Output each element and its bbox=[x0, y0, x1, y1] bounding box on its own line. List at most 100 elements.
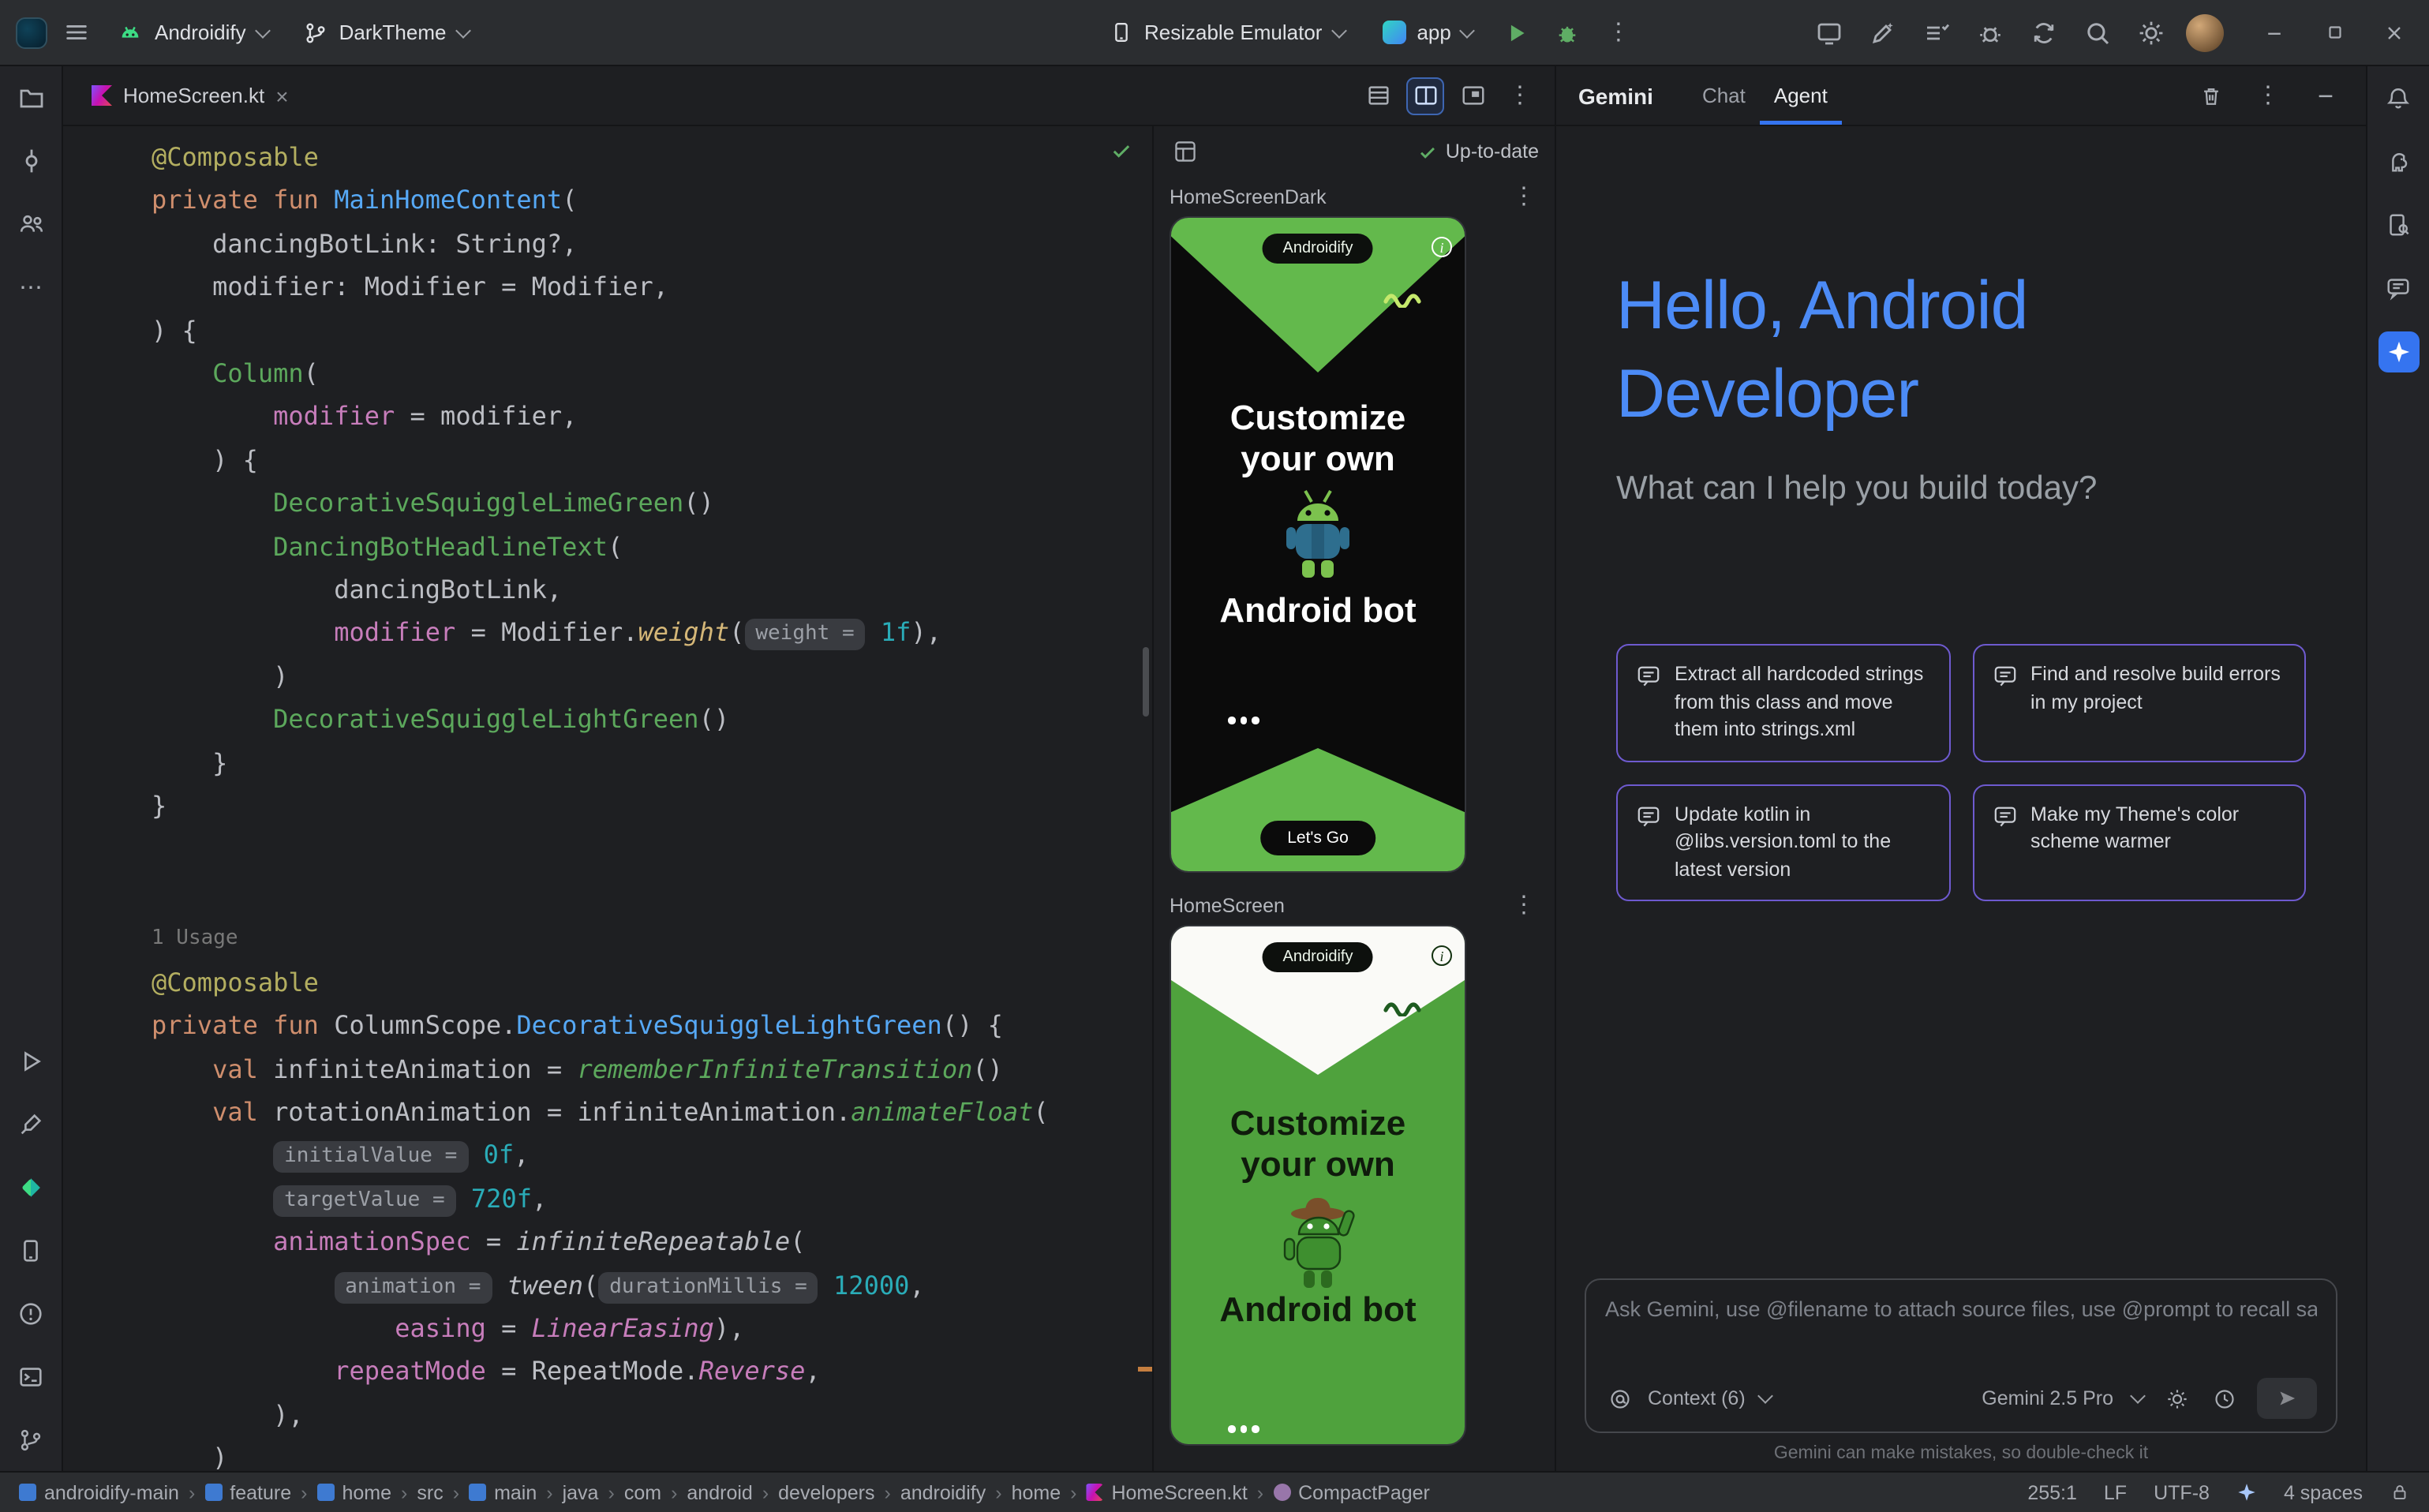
context-selector[interactable]: Context (6) bbox=[1648, 1387, 1746, 1409]
code-line[interactable]: } bbox=[152, 741, 1152, 784]
code-line[interactable]: dancingBotLink, bbox=[152, 568, 1152, 612]
gemini-options-icon[interactable]: ⋮ bbox=[2249, 77, 2287, 114]
terminal-icon[interactable] bbox=[12, 1357, 50, 1395]
ai-spark-icon[interactable] bbox=[2236, 1482, 2257, 1503]
device-selector[interactable]: Resizable Emulator bbox=[1097, 13, 1357, 52]
breadcrumb-item[interactable]: src bbox=[417, 1481, 443, 1503]
code-line[interactable]: DecorativeSquiggleLightGreen() bbox=[152, 698, 1152, 742]
run-config-selector[interactable]: app bbox=[1369, 13, 1485, 52]
breadcrumb-item[interactable]: main bbox=[469, 1481, 537, 1503]
more-run-options-icon[interactable]: ⋮ bbox=[1600, 13, 1637, 51]
design-view-icon[interactable] bbox=[1454, 77, 1491, 114]
user-avatar[interactable] bbox=[2186, 13, 2224, 51]
send-button[interactable] bbox=[2257, 1378, 2317, 1419]
phone-preview-dark[interactable]: Androidify i Customize your own bbox=[1170, 216, 1466, 873]
lets-go-button[interactable]: Let's Go bbox=[1260, 821, 1375, 855]
history-icon[interactable] bbox=[2210, 1384, 2238, 1413]
window-close-icon[interactable] bbox=[2375, 13, 2413, 51]
breadcrumb-item[interactable]: com bbox=[624, 1481, 661, 1503]
code-line[interactable]: initialValue = 0f, bbox=[152, 1134, 1152, 1177]
breadcrumb-item[interactable]: home bbox=[1012, 1481, 1061, 1503]
window-minimize-icon[interactable] bbox=[2255, 13, 2293, 51]
gemini-input[interactable]: Ask Gemini, use @filename to attach sour… bbox=[1585, 1278, 2337, 1433]
code-line[interactable]: ) bbox=[152, 1436, 1152, 1471]
code-line[interactable]: DecorativeSquiggleLimeGreen() bbox=[152, 482, 1152, 526]
file-encoding[interactable]: UTF-8 bbox=[2154, 1481, 2210, 1503]
device-streaming-icon[interactable] bbox=[1810, 13, 1848, 51]
packages-icon[interactable] bbox=[12, 1168, 50, 1206]
breadcrumb-item[interactable]: developers bbox=[778, 1481, 874, 1503]
commit-icon[interactable] bbox=[12, 142, 50, 180]
breadcrumb-item[interactable]: android bbox=[687, 1481, 752, 1503]
breadcrumb-item[interactable]: HomeScreen.kt bbox=[1086, 1481, 1247, 1503]
code-line[interactable]: } bbox=[152, 784, 1152, 828]
gemini-suggestion-card[interactable]: Make my Theme's color scheme warmer bbox=[1972, 784, 2306, 901]
breadcrumb-item[interactable]: home bbox=[316, 1481, 391, 1503]
cursor-position[interactable]: 255:1 bbox=[2027, 1481, 2077, 1503]
problems-icon[interactable] bbox=[12, 1294, 50, 1332]
code-line[interactable]: private fun MainHomeContent( bbox=[152, 179, 1152, 223]
code-line[interactable]: @Composable bbox=[152, 960, 1152, 1004]
code-editor[interactable]: @Composableprivate fun MainHomeContent( … bbox=[63, 126, 1152, 1471]
ai-bug-icon[interactable] bbox=[1971, 13, 2009, 51]
code-line[interactable] bbox=[152, 871, 1152, 915]
breadcrumb-item[interactable]: androidify bbox=[900, 1481, 986, 1503]
split-view-icon[interactable] bbox=[1406, 77, 1444, 114]
code-line[interactable]: modifier: Modifier = Modifier, bbox=[152, 265, 1152, 309]
code-line[interactable]: repeatMode = RepeatMode.Reverse, bbox=[152, 1350, 1152, 1394]
code-line[interactable]: modifier = Modifier.weight(weight = 1f), bbox=[152, 612, 1152, 655]
delete-conversation-icon[interactable] bbox=[2192, 77, 2230, 114]
gemini-suggestion-card[interactable]: Find and resolve build errors in my proj… bbox=[1972, 644, 2306, 762]
code-line[interactable]: ) { bbox=[152, 439, 1152, 482]
task-list-icon[interactable] bbox=[1918, 13, 1956, 51]
code-line[interactable]: targetValue = 720f, bbox=[152, 1177, 1152, 1221]
breadcrumb-item[interactable]: java bbox=[563, 1481, 599, 1503]
code-line[interactable]: animation = tween(durationMillis = 12000… bbox=[152, 1263, 1152, 1307]
code-line[interactable]: val infiniteAnimation = rememberInfinite… bbox=[152, 1047, 1152, 1091]
version-control-icon[interactable] bbox=[12, 1420, 50, 1458]
code-line[interactable] bbox=[152, 828, 1152, 871]
run-button[interactable] bbox=[1499, 13, 1536, 51]
emulator-icon[interactable] bbox=[12, 1231, 50, 1269]
code-line[interactable]: Column( bbox=[152, 352, 1152, 395]
project-folder-icon[interactable] bbox=[12, 79, 50, 117]
code-content[interactable]: @Composableprivate fun MainHomeContent( … bbox=[63, 126, 1152, 1471]
editor-tab-homescreen[interactable]: HomeScreen.kt × bbox=[79, 66, 301, 125]
code-line[interactable]: @Composable bbox=[152, 136, 1152, 179]
notifications-bell-icon[interactable] bbox=[2379, 79, 2417, 117]
services-icon[interactable] bbox=[12, 1105, 50, 1143]
code-line[interactable]: animationSpec = infiniteRepeatable( bbox=[152, 1220, 1152, 1263]
editor-scrollbar[interactable] bbox=[1143, 647, 1149, 717]
vcs-branch-selector[interactable]: DarkTheme bbox=[290, 12, 481, 53]
code-line[interactable]: easing = LinearEasing), bbox=[152, 1307, 1152, 1350]
app-insights-icon[interactable] bbox=[2379, 268, 2417, 306]
preview-options-icon[interactable]: ⋮ bbox=[1512, 185, 1536, 208]
gemini-suggestion-card[interactable]: Extract all hardcoded strings from this … bbox=[1616, 644, 1950, 762]
code-line[interactable]: ), bbox=[152, 1394, 1152, 1437]
device-explorer-icon[interactable] bbox=[2379, 205, 2417, 243]
window-maximize-icon[interactable] bbox=[2315, 13, 2353, 51]
line-ending[interactable]: LF bbox=[2104, 1481, 2127, 1503]
code-line[interactable]: modifier = modifier, bbox=[152, 395, 1152, 439]
code-line[interactable]: 1 Usage bbox=[152, 915, 1152, 961]
lock-icon[interactable] bbox=[2390, 1482, 2410, 1503]
tab-chat[interactable]: Chat bbox=[1688, 66, 1760, 125]
breadcrumb-item[interactable]: feature bbox=[204, 1481, 291, 1503]
search-icon[interactable] bbox=[2079, 13, 2116, 51]
preview-layout-icon[interactable] bbox=[1170, 136, 1201, 167]
preview-options-icon[interactable]: ⋮ bbox=[1512, 893, 1536, 917]
model-selector[interactable]: Gemini 2.5 Pro bbox=[1982, 1387, 2113, 1409]
inspections-ok-icon[interactable] bbox=[1110, 139, 1133, 163]
more-tool-windows-icon[interactable]: ⋯ bbox=[12, 268, 50, 306]
code-line[interactable]: DancingBotHeadlineText( bbox=[152, 525, 1152, 568]
breadcrumb-item[interactable]: CompactPager bbox=[1273, 1481, 1430, 1503]
main-menu-icon[interactable] bbox=[57, 13, 95, 51]
phone-preview-light[interactable]: Androidify i Customize your own bbox=[1170, 925, 1466, 1446]
code-line[interactable]: ) bbox=[152, 655, 1152, 698]
tab-agent[interactable]: Agent bbox=[1760, 66, 1842, 125]
gemini-spark-icon[interactable] bbox=[2378, 331, 2419, 372]
sync-icon[interactable] bbox=[2025, 13, 2063, 51]
gemini-suggestion-card[interactable]: Update kotlin in @libs.version.toml to t… bbox=[1616, 784, 1950, 901]
code-line[interactable]: private fun ColumnScope.DecorativeSquigg… bbox=[152, 1004, 1152, 1047]
debug-button[interactable] bbox=[1549, 13, 1587, 51]
